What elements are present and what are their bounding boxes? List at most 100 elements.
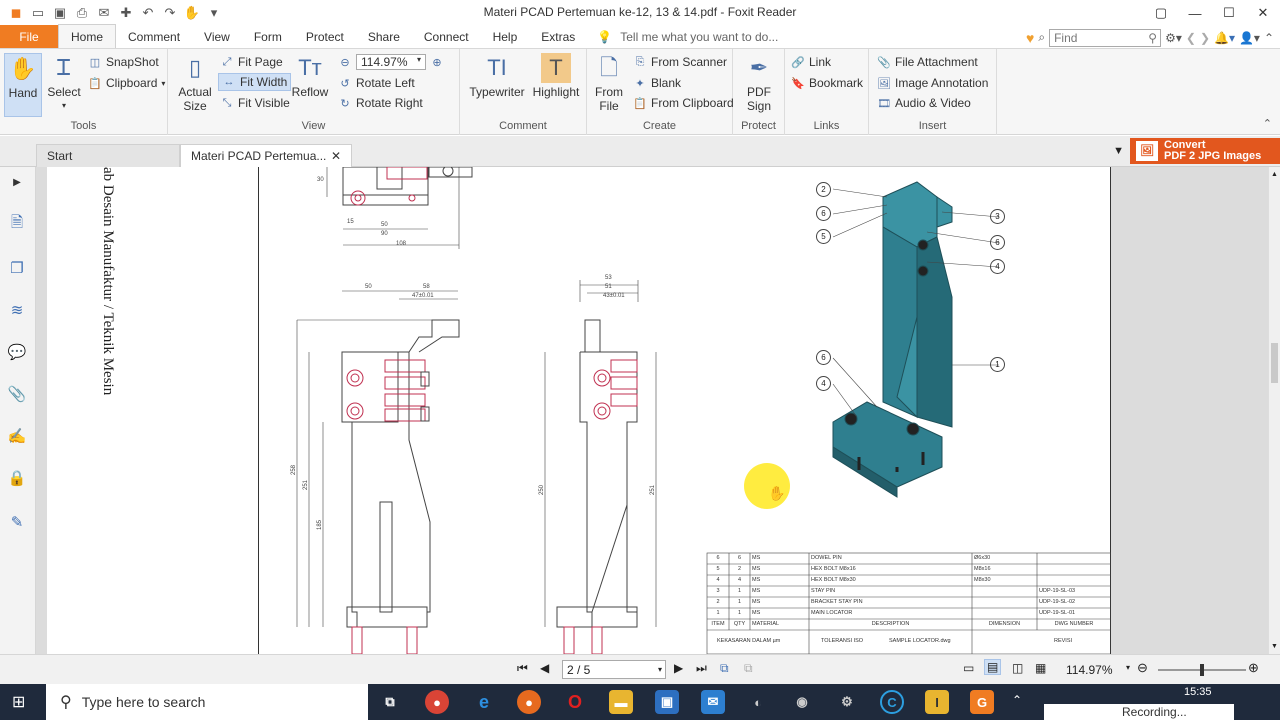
edge-icon[interactable]: e <box>472 690 496 714</box>
collapse-ribbon-icon[interactable]: ⌃ <box>1263 117 1272 130</box>
highlight-button[interactable]: T Highlight <box>530 53 582 99</box>
taskbar-search[interactable]: ⚲ Type here to search <box>46 684 368 720</box>
blank-button[interactable]: ✦ Blank <box>633 74 681 92</box>
tab-extras[interactable]: Extras <box>529 25 587 48</box>
zoom-slider[interactable] <box>1158 664 1246 676</box>
tab-home[interactable]: Home <box>58 24 117 48</box>
app-icon-2[interactable]: ◉ <box>790 690 814 714</box>
save-icon[interactable]: ▣ <box>50 3 70 23</box>
minimize-button[interactable]: — <box>1178 0 1212 26</box>
pages-panel-icon[interactable]: ❐ <box>6 257 28 279</box>
tab-connect[interactable]: Connect <box>412 25 481 48</box>
attachments-panel-icon[interactable]: 📎 <box>6 383 28 405</box>
chrome-icon[interactable]: ● <box>425 690 449 714</box>
app-icon-5[interactable]: I <box>925 690 949 714</box>
gear-icon[interactable]: ⚙▾ <box>1165 31 1182 45</box>
tab-start[interactable]: Start <box>36 144 180 167</box>
image-annotation-button[interactable]: 🖼 Image Annotation <box>877 74 988 92</box>
last-page-icon[interactable]: ⏭ <box>696 661 707 676</box>
windows-start-icon[interactable]: ⊞ <box>12 692 25 712</box>
page-number-input[interactable]: 2 / 5 ▾ <box>562 660 666 679</box>
pdf-sign-button[interactable]: ✒ PDF Sign <box>741 53 777 114</box>
file-menu[interactable]: File <box>0 25 58 48</box>
layout-button[interactable]: ▢ <box>1144 0 1178 26</box>
file-explorer-icon[interactable]: ▬ <box>609 690 633 714</box>
clipboard-button[interactable]: 📋 Clipboard ▾ <box>88 74 165 92</box>
find-options-icon[interactable]: ⌕ <box>1038 30 1045 45</box>
convert-pdf-jpg-ad[interactable]: 🖼 Convert PDF 2 JPG Images <box>1130 138 1280 164</box>
tell-me-box[interactable]: 💡 Tell me what you want to do... <box>597 25 778 48</box>
email-icon[interactable]: ✉ <box>94 3 114 23</box>
tab-protect[interactable]: Protect <box>294 25 356 48</box>
search-panel-icon[interactable]: ✎ <box>6 511 28 533</box>
from-scanner-button[interactable]: ⎘ From Scanner <box>633 53 727 71</box>
find-input[interactable]: Find ⚲ <box>1049 28 1162 47</box>
reflow-button[interactable]: Tт Reflow <box>290 53 330 100</box>
tab-share[interactable]: Share <box>356 25 412 48</box>
search-icon[interactable]: ⚲ <box>1148 31 1160 45</box>
undo-icon[interactable]: ↶ <box>138 3 158 23</box>
collapse-ribbon-icon[interactable]: ⌃ <box>1264 31 1280 45</box>
app-icon-3[interactable]: ⚙ <box>835 690 859 714</box>
fit-visible-button[interactable]: ⤡ Fit Visible <box>220 94 290 112</box>
hand-tool-qa-icon[interactable]: ✋ <box>182 3 202 23</box>
continuous-facing-icon[interactable]: ▦ <box>1035 661 1046 675</box>
two-page-view-icon[interactable]: ⧉ <box>744 661 753 676</box>
customize-qa-icon[interactable]: ▾ <box>204 3 224 23</box>
zoom-out-icon[interactable]: ⊖ <box>338 55 352 69</box>
snapshot-button[interactable]: ◫ SnapShot <box>88 53 159 71</box>
new-icon[interactable]: ✚ <box>116 3 136 23</box>
next-page-icon[interactable]: ▶ <box>674 661 683 675</box>
app-icon-4[interactable]: C <box>880 690 904 714</box>
continuous-layout-icon[interactable]: ▤ <box>984 659 1002 675</box>
redo-icon[interactable]: ↷ <box>160 3 180 23</box>
opera-icon[interactable]: O <box>563 690 587 714</box>
zoom-in-icon[interactable]: ⊕ <box>1248 660 1259 676</box>
next-result-icon[interactable]: ❯ <box>1200 31 1210 45</box>
single-layout-icon[interactable]: ▭ <box>963 661 974 675</box>
zoom-in-icon[interactable]: ⊕ <box>430 55 444 69</box>
notification-icon[interactable]: 🔔▾ <box>1214 31 1235 45</box>
user-icon[interactable]: 👤▾ <box>1239 31 1260 45</box>
vertical-scrollbar[interactable]: ▲ ▼ <box>1268 167 1280 654</box>
tab-form[interactable]: Form <box>242 25 294 48</box>
facing-layout-icon[interactable]: ◫ <box>1012 661 1023 675</box>
prev-result-icon[interactable]: ❮ <box>1186 31 1196 45</box>
file-attachment-button[interactable]: 📎 File Attachment <box>877 53 978 71</box>
fit-page-button[interactable]: ⤢ Fit Page <box>220 53 283 71</box>
zoom-value-status[interactable]: 114.97% <box>1066 663 1112 677</box>
tab-view[interactable]: View <box>192 25 242 48</box>
expand-panel-icon[interactable]: ▶ <box>6 171 28 193</box>
bookmarks-panel-icon[interactable]: 🗎 <box>6 213 28 235</box>
close-button[interactable]: ✕ <box>1246 0 1280 26</box>
scroll-up-icon[interactable]: ▲ <box>1271 171 1278 178</box>
from-clipboard-button[interactable]: 📋 From Clipboard <box>633 94 734 112</box>
security-panel-icon[interactable]: 🔒 <box>6 467 28 489</box>
audio-video-button[interactable]: 🎞 Audio & Video <box>877 94 971 112</box>
open-icon[interactable]: ▭ <box>28 3 48 23</box>
mail-icon[interactable]: ✉ <box>701 690 725 714</box>
zoom-slider-thumb[interactable] <box>1200 664 1204 676</box>
heart-icon[interactable]: ♥ <box>1026 30 1034 46</box>
typewriter-button[interactable]: TI Typewriter <box>468 53 526 100</box>
prev-page-icon[interactable]: ◀ <box>540 661 549 675</box>
app-icon-1[interactable]: ◐ <box>746 690 770 714</box>
maximize-button[interactable]: ☐ <box>1212 0 1246 26</box>
chevron-down-icon[interactable]: ▾ <box>1126 663 1130 672</box>
document-area[interactable]: ab Desain Manufaktur / Teknik Mesin 15 5… <box>36 167 1268 654</box>
foxit-taskbar-icon[interactable]: G <box>970 690 994 714</box>
from-file-button[interactable]: 🗋 From File <box>593 53 625 114</box>
layers-panel-icon[interactable]: ≋ <box>6 299 28 321</box>
select-button[interactable]: Ꮖ Select ▾ <box>46 53 82 113</box>
tab-help[interactable]: Help <box>481 25 530 48</box>
firefox-icon[interactable]: ● <box>517 690 541 714</box>
link-button[interactable]: 🔗 Link <box>791 53 831 71</box>
zoom-select[interactable]: 114.97% ▾ <box>356 54 426 70</box>
bookmark-button[interactable]: 🔖 Bookmark <box>791 74 863 92</box>
signatures-panel-icon[interactable]: ✍ <box>6 425 28 447</box>
single-page-view-icon[interactable]: ⧉ <box>720 661 729 676</box>
fit-width-button[interactable]: ↔ Fit Width <box>218 73 292 91</box>
print-icon[interactable]: ⎙ <box>72 3 92 23</box>
tab-document[interactable]: Materi PCAD Pertemua... ✕ <box>180 144 352 167</box>
hand-button[interactable]: ✋ Hand <box>4 53 42 117</box>
